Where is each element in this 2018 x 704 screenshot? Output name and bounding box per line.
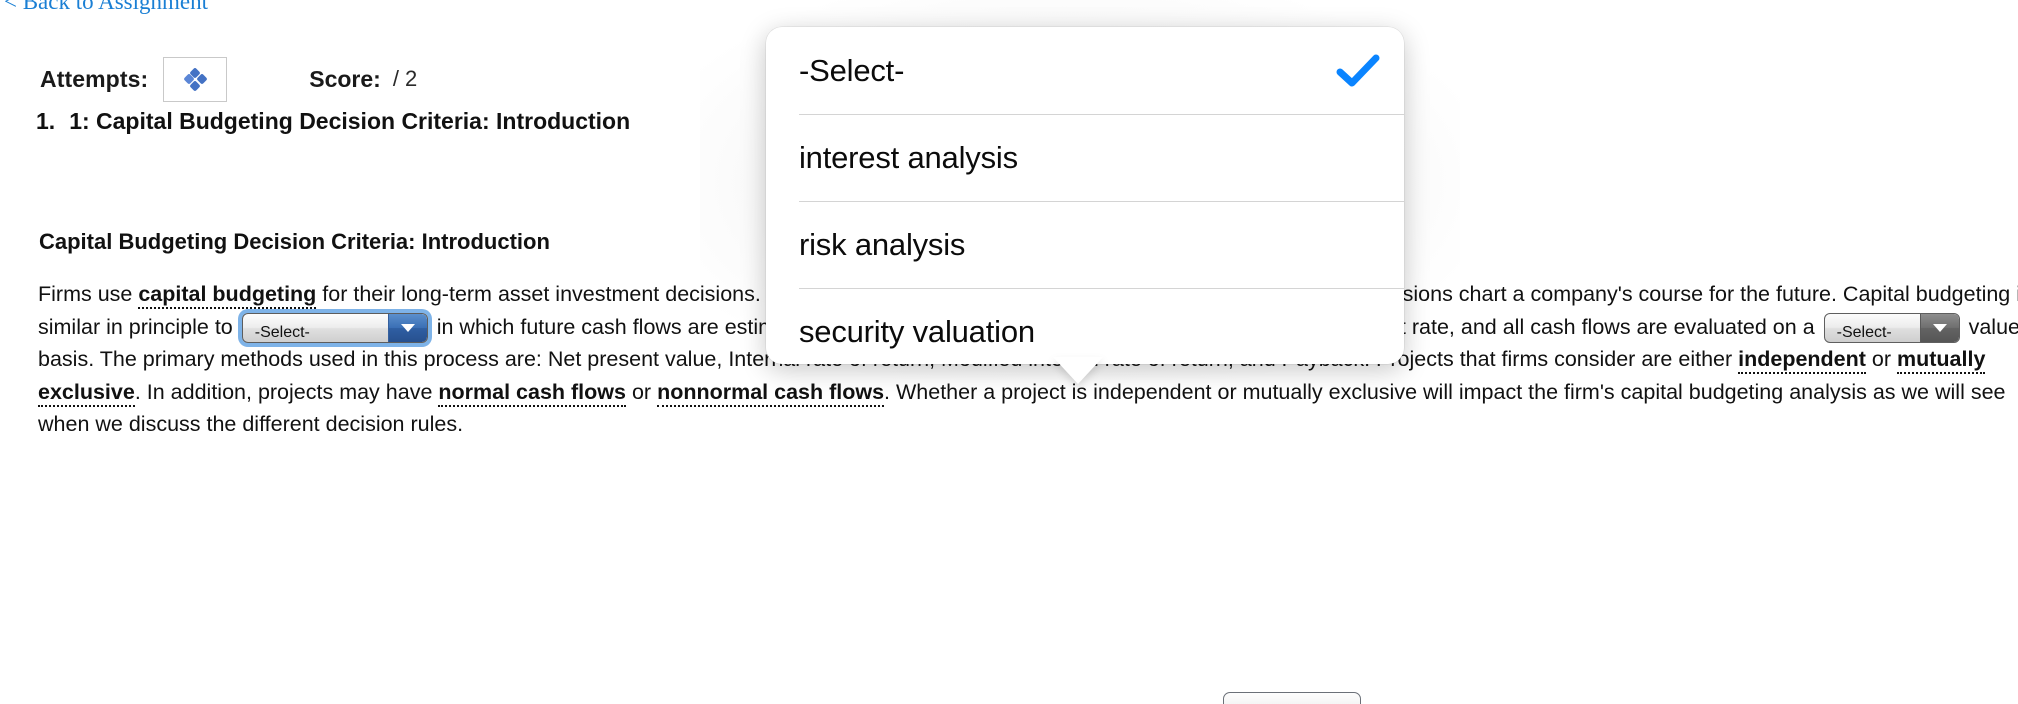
option-item-security-valuation[interactable]: security valuation [766,288,1404,364]
question-title: 1: Capital Budgeting Decision Criteria: … [69,108,631,134]
glossary-term-normal-cash-flows[interactable]: normal cash flows [438,379,626,407]
body-text-seg5: or [1865,347,1898,371]
checkmark-icon [1336,54,1380,88]
back-to-assignment-link[interactable]: < Back to Assignment [4,0,208,15]
bottom-action-button-partial[interactable] [1223,692,1361,704]
body-text-seg1: Firms use [38,282,139,306]
score-label: Score: [309,65,381,92]
option-item-risk-analysis[interactable]: risk analysis [766,201,1404,288]
attempts-label: Attempts: [40,65,149,92]
option-item-select[interactable]: -Select- [766,27,1404,114]
chevron-down-icon[interactable] [387,313,427,342]
section-sub-heading: Capital Budgeting Decision Criteria: Int… [39,229,550,254]
select-dropdown-2[interactable]: -Select- [1823,312,1960,343]
select-options-popup[interactable]: -Select- interest analysis risk analysis… [766,27,1404,364]
glossary-term-independent[interactable]: independent [1738,347,1866,374]
select-dropdown-1[interactable]: -Select- [241,312,428,343]
select-1-value: -Select- [254,323,310,341]
body-text-seg6: . In addition, projects may have [134,379,439,404]
attempts-value-box [163,56,228,102]
glossary-term-nonnormal-cash-flows[interactable]: nonnormal cash flows [657,379,885,407]
chevron-down-icon[interactable] [1919,313,1959,342]
attempts-score-row: Attempts: Score: / 2 [40,56,417,102]
question-number: 1. [36,108,56,134]
score-value: / 2 [392,66,418,91]
option-label: interest analysis [799,139,1018,175]
loading-spinner-icon [183,66,208,92]
option-label: -Select- [799,52,905,88]
question-heading: 1. 1: Capital Budgeting Decision Criteria… [36,108,630,135]
glossary-term-capital-budgeting[interactable]: capital budgeting [138,282,317,309]
body-text-seg7: or [625,379,658,404]
select-2-value: -Select- [1836,323,1892,341]
popup-tail-arrow [1053,357,1103,384]
option-label: security valuation [799,313,1035,349]
option-item-interest-analysis[interactable]: interest analysis [766,114,1404,201]
option-label: risk analysis [799,226,966,262]
